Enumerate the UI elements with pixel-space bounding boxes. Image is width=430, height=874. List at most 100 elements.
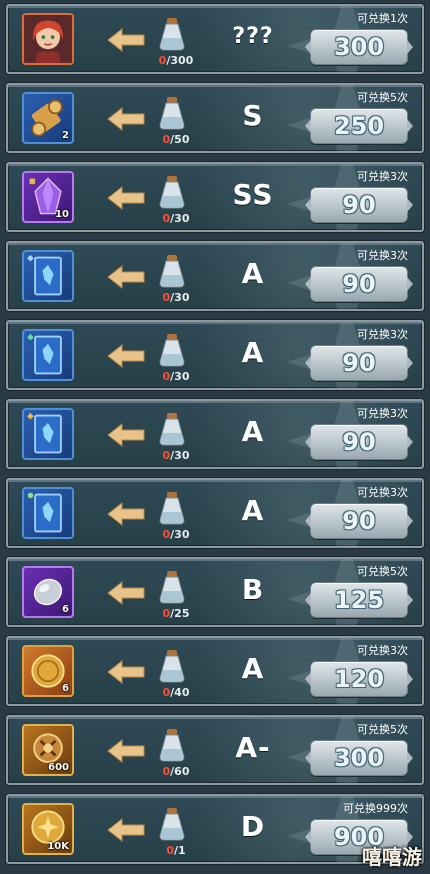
- exchange-row[interactable]: 0/30 A 可兑换3次 90: [6, 399, 424, 469]
- item-slot[interactable]: [22, 250, 74, 302]
- arrow-left-icon: [107, 107, 145, 131]
- grade-label: A: [241, 652, 265, 685]
- price-button[interactable]: 90: [305, 503, 413, 539]
- potion-bottle-icon: [159, 492, 185, 525]
- progress-current: 0: [162, 212, 171, 225]
- item-slot[interactable]: [22, 13, 74, 65]
- price-button[interactable]: 250: [305, 108, 413, 144]
- price-button[interactable]: 300: [305, 740, 413, 776]
- grade-label: D: [240, 810, 266, 843]
- item-count: 10: [55, 209, 69, 220]
- progress-text: 0/25: [136, 607, 216, 620]
- progress-current: 0: [162, 607, 171, 620]
- potion-bottle-icon: [159, 255, 185, 288]
- arrow-left-icon: [107, 28, 145, 52]
- item-slot[interactable]: 600: [22, 724, 74, 776]
- item-count: 10K: [47, 841, 69, 852]
- item-slot[interactable]: [22, 408, 74, 460]
- blue-card-icon: [27, 412, 62, 454]
- item-slot[interactable]: 6: [22, 645, 74, 697]
- item-slot[interactable]: 10: [22, 171, 74, 223]
- progress-total: /1: [173, 844, 186, 857]
- exchange-limit: 可兑换999次: [343, 802, 408, 815]
- exchange-limit: 可兑换5次: [357, 723, 408, 736]
- grade-label: S: [242, 99, 264, 132]
- progress-total: /300: [166, 54, 194, 67]
- grade-label: ???: [232, 24, 274, 49]
- price-button[interactable]: 90: [305, 345, 413, 381]
- arrow-left-icon: [107, 660, 145, 684]
- progress-total: /25: [170, 607, 190, 620]
- exchange-limit: 可兑换3次: [357, 249, 408, 262]
- progress-current: 0: [162, 528, 171, 541]
- progress-text: 0/300: [136, 54, 216, 67]
- item-slot[interactable]: [22, 487, 74, 539]
- exchange-row[interactable]: 0/30 A 可兑换3次 90: [6, 478, 424, 548]
- potion-bottle-icon: [159, 334, 185, 367]
- progress-text: 0/40: [136, 686, 216, 699]
- progress-total: /30: [170, 528, 190, 541]
- exchange-row[interactable]: 10 0/30 SS 可兑换3次 90: [6, 162, 424, 232]
- progress-current: 0: [162, 686, 171, 699]
- price-button[interactable]: 125: [305, 582, 413, 618]
- potion-bottle-icon: [159, 571, 185, 604]
- arrow-left-icon: [107, 818, 145, 842]
- progress-total: /30: [170, 291, 190, 304]
- progress-total: /30: [170, 449, 190, 462]
- exchange-list: 0/300 ??? 可兑换1次 300 2 0/50 S 可兑换5次 250 1…: [0, 0, 430, 874]
- exchange-limit: 可兑换5次: [357, 91, 408, 104]
- progress-text: 0/30: [136, 291, 216, 304]
- price-button[interactable]: 90: [305, 266, 413, 302]
- progress-current: 0: [162, 449, 171, 462]
- blue-card-icon: [27, 333, 62, 375]
- progress-current: 0: [166, 844, 174, 857]
- grade-label: A: [241, 494, 265, 527]
- potion-bottle-icon: [159, 729, 185, 762]
- exchange-row[interactable]: 600 0/60 A- 可兑换5次 300: [6, 715, 424, 785]
- progress-total: /50: [170, 133, 190, 146]
- price-button[interactable]: 90: [305, 187, 413, 223]
- grade-label: SS: [232, 178, 274, 211]
- grade-label: A: [241, 257, 265, 290]
- progress-text: 0/30: [136, 528, 216, 541]
- watermark-text: 嘻嘻游: [362, 845, 422, 869]
- potion-bottle-icon: [159, 413, 185, 446]
- progress-current: 0: [162, 765, 171, 778]
- blue-card-icon: [27, 254, 62, 296]
- grade-label: A: [241, 415, 265, 448]
- arrow-left-icon: [107, 423, 145, 447]
- exchange-row[interactable]: 6 0/40 A 可兑换3次 120: [6, 636, 424, 706]
- hero-portrait-icon: [24, 15, 72, 63]
- arrow-left-icon: [107, 265, 145, 289]
- exchange-row[interactable]: 0/30 A 可兑换3次 90: [6, 320, 424, 390]
- arrow-left-icon: [107, 344, 145, 368]
- price-button[interactable]: 120: [305, 661, 413, 697]
- progress-current: 0: [162, 291, 171, 304]
- exchange-row[interactable]: 6 0/25 B 可兑换5次 125: [6, 557, 424, 627]
- arrow-left-icon: [107, 581, 145, 605]
- potion-bottle-icon: [159, 97, 185, 130]
- item-slot[interactable]: [22, 329, 74, 381]
- exchange-row[interactable]: 2 0/50 S 可兑换5次 250: [6, 83, 424, 153]
- item-slot[interactable]: 10K: [22, 803, 74, 855]
- item-count: 6: [62, 683, 69, 694]
- progress-total: /60: [170, 765, 190, 778]
- progress-text: 0/30: [136, 370, 216, 383]
- exchange-row[interactable]: 0/300 ??? 可兑换1次 300: [6, 4, 424, 74]
- potion-bottle-icon: [159, 18, 185, 51]
- potion-bottle-icon: [159, 650, 185, 683]
- exchange-limit: 可兑换5次: [357, 565, 408, 578]
- exchange-limit: 可兑换1次: [357, 12, 408, 25]
- item-count: 600: [48, 762, 69, 773]
- item-slot[interactable]: 2: [22, 92, 74, 144]
- progress-total: /30: [170, 370, 190, 383]
- progress-text: 0/30: [136, 449, 216, 462]
- arrow-left-icon: [107, 739, 145, 763]
- price-button[interactable]: 300: [305, 29, 413, 65]
- exchange-row[interactable]: 0/30 A 可兑换3次 90: [6, 241, 424, 311]
- item-slot[interactable]: 6: [22, 566, 74, 618]
- price-button[interactable]: 90: [305, 424, 413, 460]
- progress-text: 0/1: [136, 844, 216, 857]
- progress-current: 0: [162, 370, 171, 383]
- progress-text: 0/60: [136, 765, 216, 778]
